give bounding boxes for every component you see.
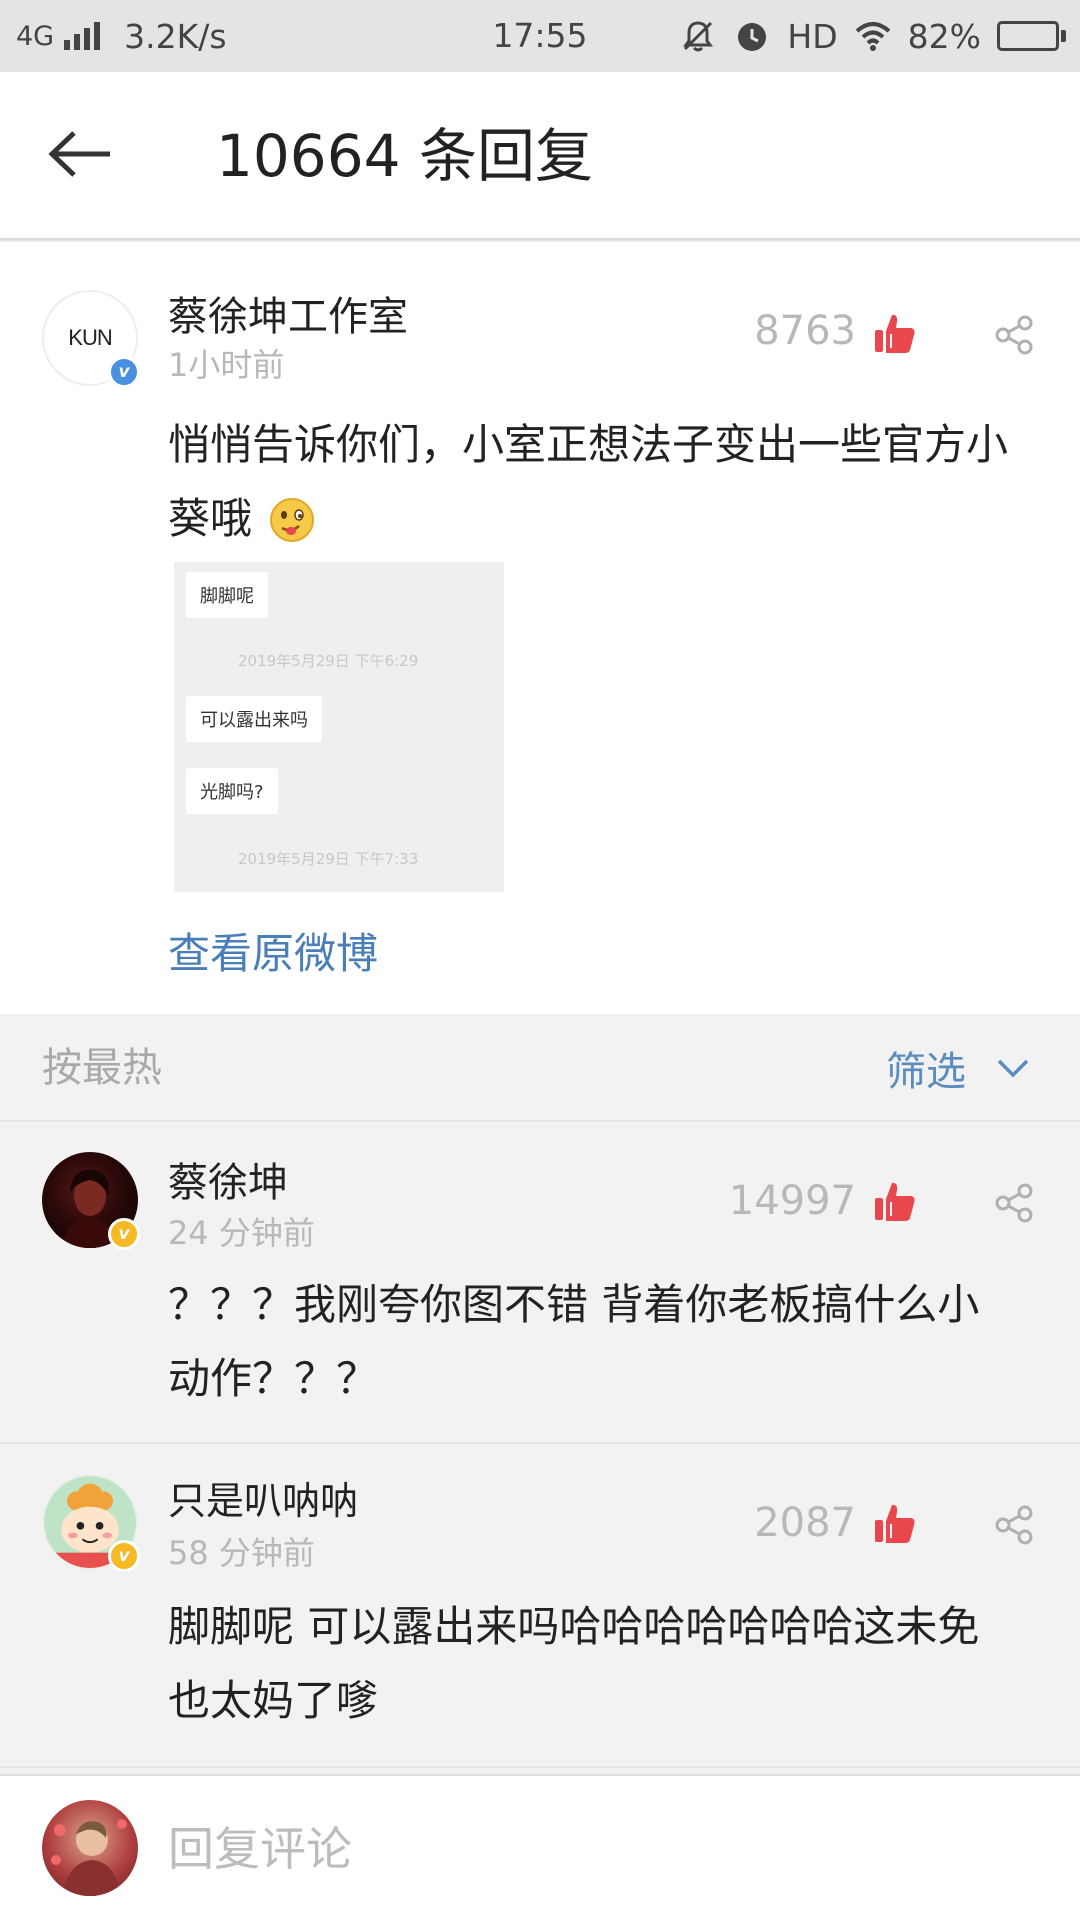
verified-badge-icon: v [108,1540,140,1572]
comment-item: v 蔡徐坤 24 分钟前 14997 ？？？我刚夸你图不错 背着你老板搞什么小动… [0,1122,1080,1444]
header: 10664 条回复 [0,72,1080,240]
hd-indicator: HD [787,16,838,56]
share-icon[interactable] [993,1504,1035,1546]
status-bar: 4G 3.2K/s 17:55 HD 82% [0,0,1080,72]
verified-badge-icon: v [108,356,140,388]
comment-time: 24 分钟前 [168,1214,315,1252]
post-text: 悄悄告诉你们，小室正想法子变出一些官方小葵哦 [168,408,1028,556]
comment-text: 脚脚呢 可以露出来吗哈哈哈哈哈哈哈这未免也太妈了嗲 [168,1602,980,1725]
chat-timestamp: 2019年5月29日 下午7:33 [238,850,419,868]
like-icon[interactable] [873,1180,917,1224]
comment-like-count: 14997 [728,1178,856,1224]
like-icon[interactable] [873,1502,917,1546]
status-right: HD 82% [679,0,1066,72]
my-avatar [42,1800,138,1896]
original-post: KUN v 蔡徐坤工作室 1小时前 8763 悄悄告诉你们，小室正想法子变出一些… [0,242,1080,1014]
post-time: 1小时前 [168,346,285,384]
comment-item: v 只是叭呐呐 58 分钟前 2087 脚脚呢 可以露出来吗哈哈哈哈哈哈哈这未免… [0,1444,1080,1768]
post-username[interactable]: 蔡徐坤工作室 [168,284,408,342]
comment-username[interactable]: 蔡徐坤 [168,1150,288,1208]
my-avatar-photo-icon [51,1819,127,1896]
view-original-link[interactable]: 查看原微博 [168,920,378,981]
comment-text: ？？？我刚夸你图不错 背着你老板搞什么小动作？？？ [168,1280,980,1403]
comment-like-count: 2087 [754,1500,856,1546]
share-icon[interactable] [993,1182,1035,1224]
chat-bubble: 光脚吗? [186,768,278,814]
avatar-container[interactable]: v [42,1152,140,1250]
smirk-emoji-icon [270,498,315,542]
chevron-down-icon [997,1059,1029,1078]
verified-badge-icon: v [108,1218,140,1250]
battery-percent: 82% [907,16,981,56]
notifications-off-icon [683,21,714,52]
chat-bubble: 可以露出来吗 [186,696,322,742]
reply-input[interactable]: 回复评论 [168,1776,352,1920]
filter-button[interactable]: 筛选 [886,1014,1030,1122]
like-icon[interactable] [873,312,917,356]
back-arrow-icon [48,131,110,177]
attached-image[interactable]: 脚脚呢 2019年5月29日 下午6:29 可以露出来吗 光脚吗? 2019年5… [174,562,504,892]
avatar-container[interactable]: v [42,1474,140,1572]
back-button[interactable] [40,116,122,192]
chat-timestamp: 2019年5月29日 下午6:29 [238,652,419,670]
page-title: 10664 条回复 [216,122,593,190]
filter-label: 筛选 [886,1049,966,1095]
comment-username[interactable]: 只是叭呐呐 [168,1470,358,1525]
my-avatar-container [42,1800,138,1896]
comment-time: 58 分钟前 [168,1534,315,1572]
battery-icon [997,21,1066,51]
alarm-icon [738,23,767,51]
share-icon[interactable] [993,314,1035,356]
post-like-count: 8763 [754,308,856,354]
reply-bar: 回复评论 [0,1774,1080,1920]
sort-hot-label[interactable]: 按最热 [42,1014,162,1122]
wifi-icon [855,22,890,51]
sort-bar: 按最热 筛选 [0,1014,1080,1122]
avatar-container[interactable]: KUN v [42,290,140,388]
chat-bubble: 脚脚呢 [186,572,268,618]
